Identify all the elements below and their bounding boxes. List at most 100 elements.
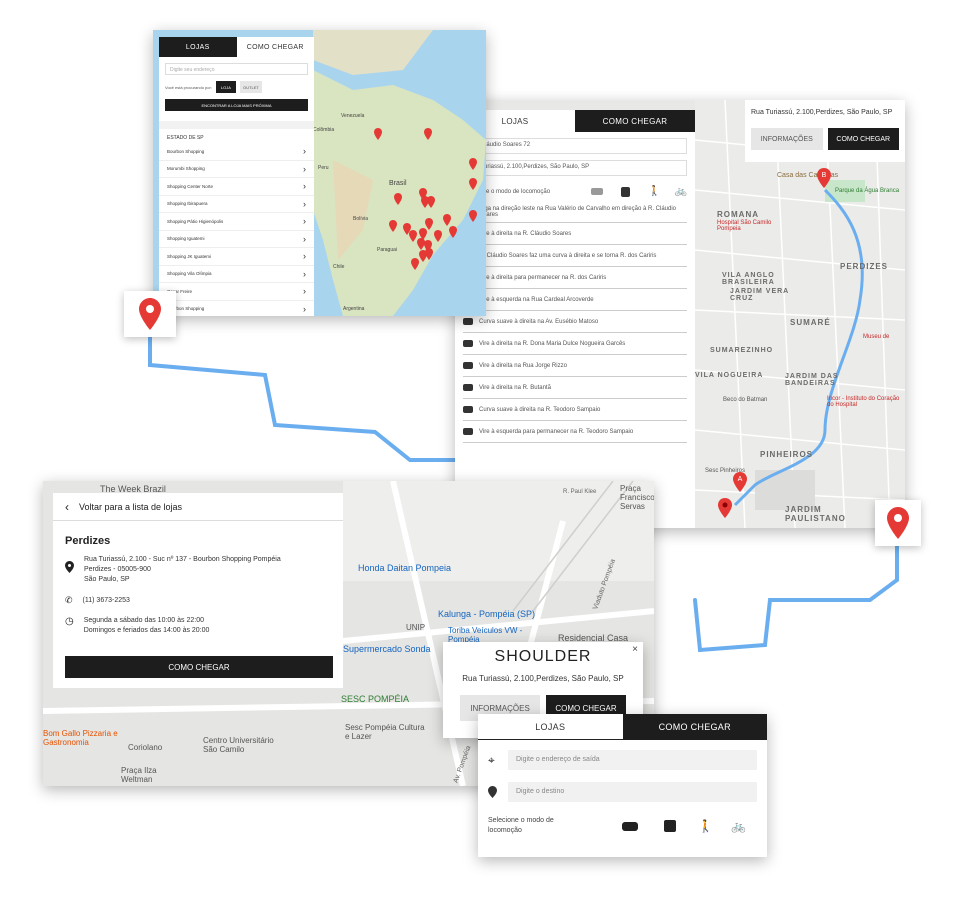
map-label: Honda Daitan Pompeia — [358, 563, 452, 573]
chevron-right-icon: › — [303, 268, 306, 279]
car-icon — [463, 318, 473, 325]
store-list-item[interactable]: Bourbon Shopping › — [159, 143, 314, 161]
direction-step: Vire à esquerda para permanecer na R. Te… — [463, 421, 687, 443]
back-link[interactable]: Voltar para a lista de lojas — [79, 502, 182, 512]
store-list-item[interactable]: Morumbi Shopping › — [159, 161, 314, 178]
address-line: Perdizes - 05005-900 — [84, 566, 151, 573]
store-pin-icon[interactable] — [425, 248, 433, 260]
car-icon — [463, 362, 473, 369]
map-label: Praça Ilza Weltman — [121, 766, 157, 784]
find-nearest-button[interactable]: ENCONTRAR A LOJA MAIS PRÓXIMA — [165, 99, 308, 111]
map-label: Praça Francisco Servas — [620, 484, 654, 511]
directions-form: LOJAS COMO CHEGAR ⌖ Digite o endereço de… — [478, 714, 767, 857]
back-arrow-icon[interactable]: ‹ — [65, 500, 69, 514]
map-label: Supermercado Sonda — [343, 644, 431, 654]
tab-stores[interactable]: LOJAS — [478, 714, 623, 740]
origin-field[interactable]: Rua Cláudio Soares 72 — [463, 138, 687, 154]
chevron-right-icon: › — [303, 233, 306, 244]
pin-b-icon[interactable]: B — [817, 168, 831, 188]
store-pin-icon[interactable] — [374, 128, 382, 140]
store-pin-icon[interactable] — [409, 230, 417, 242]
close-icon[interactable]: × — [632, 644, 638, 655]
map-label: Venezuela — [341, 113, 365, 119]
pin-a-icon[interactable]: A — [733, 472, 747, 492]
store-name: Shopping Pátio Higienópolis — [167, 218, 224, 224]
store-pin-icon[interactable] — [424, 128, 432, 140]
store-pin-icon[interactable] — [425, 218, 433, 230]
hours-line: Domingos e feriados das 14:00 às 20:00 — [83, 627, 210, 634]
map-label: UNIP — [406, 623, 426, 632]
store-name: Morumbi Shopping — [167, 166, 205, 172]
search-input[interactable]: Digite seu endereço — [165, 63, 308, 75]
store-pin-icon[interactable] — [469, 210, 477, 222]
store-pin-icon[interactable] — [394, 193, 402, 205]
walk-icon[interactable]: 🚶 — [698, 819, 713, 833]
car-icon[interactable] — [622, 821, 638, 831]
tab-directions[interactable]: COMO CHEGAR — [622, 714, 767, 740]
directions-button[interactable]: COMO CHEGAR — [827, 128, 899, 150]
svg-text:A: A — [738, 476, 743, 483]
store-pin-icon[interactable] — [469, 158, 477, 170]
store-list-item[interactable]: Shopping Pátio Higienópolis › — [159, 213, 314, 231]
tab-stores[interactable]: LOJAS — [159, 37, 237, 57]
chevron-right-icon: › — [303, 303, 306, 314]
tab-directions[interactable]: COMO CHEGAR — [236, 37, 314, 57]
store-list-item[interactable]: Bourbon Shopping › — [159, 301, 314, 317]
car-icon — [463, 428, 473, 435]
direction-step: Vire à direita na R. Dona Maria Dulce No… — [463, 333, 687, 355]
map-label: PERDIZES — [840, 262, 889, 271]
directions-sidebar: LOJAS COMO CHEGAR Rua Cláudio Soares 72 … — [455, 110, 695, 528]
filter-store-button[interactable]: LOJA — [215, 81, 236, 93]
map-label: Coriolano — [128, 743, 163, 752]
store-pin-icon[interactable] — [449, 226, 457, 238]
filter-label: Você está procurando por: — [165, 84, 212, 90]
store-pin-icon[interactable] — [443, 214, 451, 226]
store-name: Shopping Ibirapuera — [167, 201, 208, 207]
store-list-item[interactable]: Shopping Center Norte › — [159, 178, 314, 196]
popup-address: Rua Turiassú, 2.100,Perdizes, São Paulo,… — [462, 674, 624, 683]
destination-input[interactable]: Digite o destino — [508, 782, 757, 802]
store-list-item[interactable]: Shopping JK Iguatemi › — [159, 248, 314, 266]
filter-outlet-button[interactable]: OUTLET — [239, 81, 262, 93]
store-pin-icon[interactable] — [389, 220, 397, 232]
direction-step: R. Cláudio Soares faz uma curva à direit… — [463, 245, 687, 267]
map-label: Brasil — [389, 180, 407, 187]
direction-step-text: Vire à direita na R. Dona Maria Dulce No… — [479, 340, 626, 347]
mode-label: Selecione o modo de locomoção — [488, 817, 554, 834]
origin-input[interactable]: Digite o endereço de saída — [508, 750, 757, 770]
chevron-right-icon: › — [303, 181, 306, 192]
directions-button[interactable]: COMO CHEGAR — [65, 656, 333, 678]
direction-step-text: Vire à esquerda na Rua Cardeal Arcoverde — [479, 296, 594, 303]
bike-icon[interactable]: 🚲 — [731, 819, 746, 833]
chevron-right-icon: › — [303, 286, 306, 297]
info-button[interactable]: INFORMAÇÕES — [751, 128, 823, 150]
destination-field[interactable]: Rua Turiassú, 2.100,Perdizes, São Paulo,… — [463, 160, 687, 176]
map-label: VILA ANGLO BRASILEIRA — [722, 272, 775, 286]
car-icon — [463, 340, 473, 347]
map-label: Argentina — [343, 306, 365, 312]
store-list-item[interactable]: Shopping Ibirapuera › — [159, 196, 314, 213]
direction-step-text: Vire à direita na Rua Jorge Rizzo — [479, 362, 567, 369]
map-label: PINHEIROS — [760, 450, 814, 459]
pin-card — [124, 291, 176, 337]
store-pin-icon[interactable] — [469, 178, 477, 190]
bus-icon[interactable] — [664, 820, 676, 832]
svg-text:B: B — [822, 172, 827, 179]
map-label: Sesc Pompéia Cultura e Lazer — [345, 723, 425, 741]
store-list-item[interactable]: Shopping Vila Olímpia › — [159, 266, 314, 283]
store-list-item[interactable]: Shopping Iguatemi › — [159, 231, 314, 248]
bike-icon[interactable]: 🚲 — [674, 186, 686, 197]
store-list-item[interactable]: Oscar Freire › — [159, 283, 314, 301]
map-label: Kalunga - Pompéia (SP) — [438, 609, 536, 619]
store-pin-icon[interactable] — [427, 196, 435, 208]
store-pin-icon[interactable] — [411, 258, 419, 270]
direction-step: Vire à direita para permanecer na R. dos… — [463, 267, 687, 289]
walk-icon[interactable]: 🚶 — [648, 186, 660, 197]
bus-icon[interactable] — [621, 186, 630, 197]
tab-directions[interactable]: COMO CHEGAR — [575, 110, 695, 132]
car-icon[interactable] — [591, 188, 603, 195]
store-pin-icon[interactable] — [434, 230, 442, 242]
steps-list: Siga na direção leste na Rua Valério de … — [455, 201, 695, 443]
location-pin-icon[interactable] — [718, 498, 732, 518]
chevron-right-icon: › — [303, 198, 306, 209]
